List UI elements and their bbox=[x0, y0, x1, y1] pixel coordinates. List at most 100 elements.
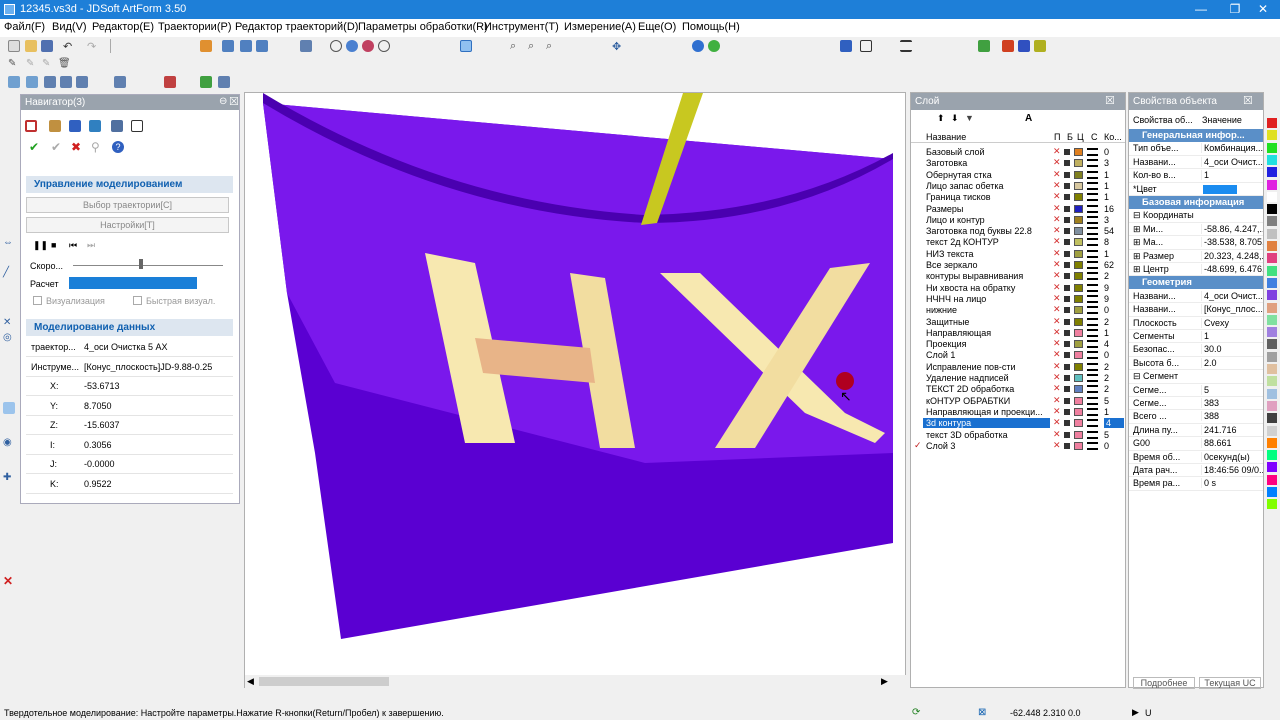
property-row[interactable]: Названи... 4_оси Очист... bbox=[1129, 156, 1263, 170]
tool-icon[interactable] bbox=[111, 120, 123, 132]
view-icon[interactable] bbox=[240, 40, 252, 52]
lock-icon[interactable] bbox=[1064, 149, 1070, 155]
layer-color-swatch[interactable] bbox=[1074, 249, 1083, 258]
lock-icon[interactable] bbox=[1064, 307, 1070, 314]
help-icon[interactable]: ? bbox=[112, 141, 124, 153]
line-style-icon[interactable] bbox=[1087, 317, 1098, 326]
visibility-icon[interactable]: ✕ bbox=[1053, 338, 1061, 349]
menu-view[interactable]: Вид(V) bbox=[52, 21, 87, 33]
property-group-header[interactable]: Базовая информация bbox=[1129, 196, 1263, 209]
property-row[interactable]: Высота б... 2.0 bbox=[1129, 357, 1263, 371]
palette-color-swatch[interactable] bbox=[1267, 241, 1277, 251]
color-value-swatch[interactable] bbox=[1203, 184, 1237, 194]
property-row[interactable]: Сегме... 5 bbox=[1129, 384, 1263, 397]
visibility-icon[interactable]: ✕ bbox=[1053, 349, 1061, 360]
palette-color-swatch[interactable] bbox=[1267, 314, 1277, 325]
menu-help[interactable]: Помощь(H) bbox=[682, 21, 740, 33]
line-style-icon[interactable] bbox=[1087, 261, 1098, 269]
col-s[interactable]: С bbox=[1091, 132, 1098, 142]
layer-color-swatch[interactable] bbox=[1074, 261, 1083, 269]
palette-color-swatch[interactable] bbox=[1267, 400, 1277, 411]
property-group-header[interactable]: Геометрия bbox=[1129, 276, 1263, 290]
sphere-icon[interactable] bbox=[378, 40, 390, 52]
layer-row[interactable]: Ни хвоста на обратку ✕ 9 bbox=[911, 282, 1125, 294]
palette-color-swatch[interactable] bbox=[1267, 265, 1277, 276]
layer-color-swatch[interactable] bbox=[1074, 159, 1083, 168]
tool-icon[interactable] bbox=[89, 120, 101, 132]
lock-icon[interactable] bbox=[1064, 363, 1070, 370]
property-row[interactable]: ⊞ Центр -48.699, 6.476,... bbox=[1129, 263, 1263, 277]
layer-row[interactable]: Граница тисков ✕ 1 bbox=[911, 191, 1125, 203]
property-row[interactable]: G00 88.661 bbox=[1129, 437, 1263, 451]
layer-color-swatch[interactable] bbox=[1074, 396, 1083, 405]
layer-row[interactable]: Удаление надписей ✕ 2 bbox=[911, 372, 1125, 384]
circle-icon[interactable]: ◎ bbox=[3, 332, 15, 344]
select-icon[interactable] bbox=[300, 40, 312, 52]
font-icon[interactable]: A bbox=[1025, 113, 1032, 124]
line-style-icon[interactable] bbox=[1087, 294, 1098, 303]
minimize-button[interactable]: — bbox=[1184, 0, 1218, 19]
palette-color-swatch[interactable] bbox=[1267, 154, 1277, 165]
menu-more[interactable]: Еще(O) bbox=[638, 21, 676, 33]
filter-icon[interactable]: ▼ bbox=[965, 113, 974, 123]
visualization-checkbox[interactable] bbox=[33, 296, 42, 305]
visibility-icon[interactable]: ✕ bbox=[1053, 282, 1061, 293]
layer-row[interactable]: Слой 3 ✕ 0 ✓ bbox=[911, 440, 1125, 452]
layer-color-swatch[interactable] bbox=[1074, 204, 1083, 213]
layer-row[interactable]: Обернутая стка ✕ 1 bbox=[911, 169, 1125, 181]
visibility-icon[interactable]: ✕ bbox=[1053, 406, 1061, 417]
palette-color-swatch[interactable] bbox=[1267, 487, 1277, 497]
stop-icon[interactable]: ■ bbox=[51, 240, 56, 250]
tool-icon[interactable] bbox=[25, 120, 37, 132]
select-path-button[interactable]: Выбор траектории[C] bbox=[26, 197, 229, 213]
visibility-icon[interactable]: ✕ bbox=[1053, 146, 1061, 157]
undo-icon[interactable]: ↶ bbox=[63, 40, 75, 53]
visibility-icon[interactable]: ✕ bbox=[1053, 293, 1061, 304]
palette-color-swatch[interactable] bbox=[1267, 364, 1277, 374]
shaded-icon[interactable] bbox=[346, 40, 358, 52]
lock-icon[interactable] bbox=[1064, 386, 1070, 393]
scroll-right-icon[interactable]: ▶ bbox=[881, 676, 888, 687]
layer-row[interactable]: Проекция ✕ 4 bbox=[911, 338, 1125, 350]
line-style-icon[interactable] bbox=[1087, 193, 1098, 202]
color-icon[interactable] bbox=[978, 40, 990, 52]
pan-icon[interactable]: ✥ bbox=[612, 40, 624, 53]
fast-visual-checkbox[interactable] bbox=[133, 296, 142, 305]
tool-icon[interactable] bbox=[131, 120, 143, 132]
more-button[interactable]: Подробнее bbox=[1133, 677, 1195, 689]
lock-icon[interactable] bbox=[1064, 205, 1070, 212]
lock-icon[interactable] bbox=[1064, 341, 1070, 348]
layer-row[interactable]: Направляющая ✕ 1 bbox=[911, 327, 1125, 339]
lock-icon[interactable] bbox=[1064, 228, 1070, 235]
palette-color-swatch[interactable] bbox=[1267, 277, 1277, 288]
cancel-icon[interactable]: ✖ bbox=[71, 140, 81, 154]
layer-color-swatch[interactable] bbox=[1074, 272, 1083, 281]
tool-icon[interactable]: ✎ bbox=[26, 58, 38, 70]
visibility-icon[interactable]: ✕ bbox=[1053, 429, 1061, 440]
tool-icon[interactable] bbox=[49, 120, 61, 132]
lock-icon[interactable] bbox=[1064, 375, 1070, 381]
layer-color-swatch[interactable] bbox=[1074, 193, 1083, 202]
layer-color-swatch[interactable] bbox=[1074, 317, 1083, 326]
pin-icon[interactable]: ⊖ bbox=[219, 96, 227, 107]
lock-icon[interactable] bbox=[1064, 250, 1070, 257]
menu-paths[interactable]: Траектории(P) bbox=[158, 21, 232, 33]
close-icon[interactable]: ☒ bbox=[1243, 94, 1253, 107]
lock-icon[interactable] bbox=[1064, 216, 1070, 223]
status-refresh-icon[interactable]: ⟳ bbox=[912, 707, 920, 718]
speed-slider-thumb[interactable] bbox=[139, 259, 143, 269]
layer-color-swatch[interactable] bbox=[1074, 215, 1083, 224]
tool-icon[interactable]: ✎ bbox=[8, 58, 20, 70]
palette-icon[interactable] bbox=[1018, 40, 1030, 52]
visibility-icon[interactable]: ✕ bbox=[1053, 225, 1061, 236]
play-icon[interactable]: ❚❚ bbox=[33, 240, 48, 251]
close-window-button[interactable]: ✕ bbox=[1246, 0, 1280, 19]
view-icon[interactable]: ◉ bbox=[3, 437, 15, 449]
visibility-icon[interactable]: ✕ bbox=[1053, 417, 1061, 428]
path-icon[interactable] bbox=[218, 76, 230, 88]
lock-icon[interactable] bbox=[1064, 431, 1070, 438]
grid-icon[interactable] bbox=[860, 40, 872, 52]
palette-color-swatch[interactable] bbox=[1267, 191, 1277, 202]
lock-icon[interactable] bbox=[1064, 397, 1070, 404]
path-icon[interactable] bbox=[60, 76, 72, 88]
